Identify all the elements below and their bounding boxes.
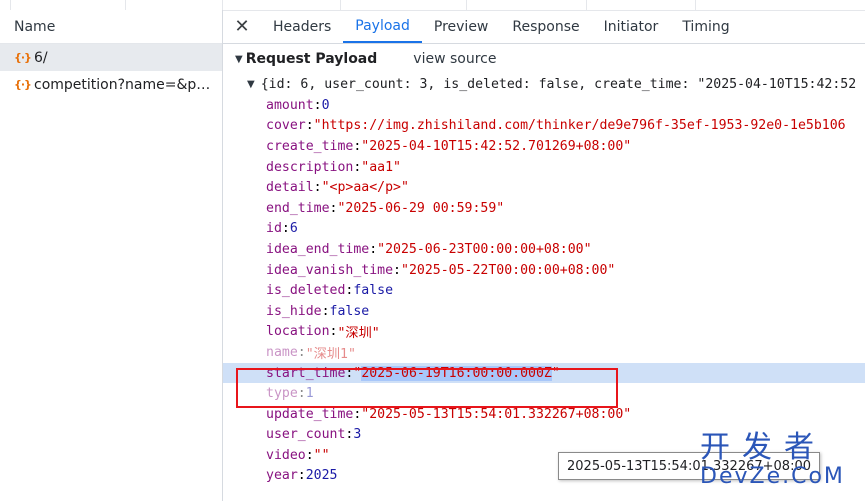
- field-value: 6: [289, 221, 298, 237]
- expand-triangle-icon[interactable]: ▼: [235, 54, 243, 65]
- field-value: "<p>aa</p>": [321, 180, 409, 196]
- request-name: 6/: [34, 49, 48, 66]
- close-icon[interactable]: ✕: [223, 10, 261, 43]
- field-key: start_time: [266, 365, 346, 381]
- tab-headers[interactable]: Headers: [261, 10, 343, 43]
- field-key: is_hide: [266, 303, 322, 319]
- field-key: end_time: [266, 200, 330, 216]
- tab-timing[interactable]: Timing: [670, 10, 741, 43]
- fetch-icon: {·}: [14, 51, 32, 64]
- request-detail-pane: ✕ Headers Payload Preview Response Initi…: [223, 10, 865, 501]
- watermark-cn: 开发者: [700, 430, 826, 465]
- field-key: id: [266, 221, 282, 237]
- payload-field-is-deleted: is_deleted: false: [266, 283, 394, 299]
- payload-field-idea-end-time: idea_end_time: "2025-06-23T00:00:00+08:0…: [266, 241, 592, 257]
- detail-tab-bar: ✕ Headers Payload Preview Response Initi…: [223, 10, 865, 44]
- field-key: idea_end_time: [266, 241, 370, 257]
- payload-field-id: id: 6: [266, 221, 298, 237]
- fetch-icon: {·}: [14, 78, 32, 91]
- field-value: "深圳1": [305, 346, 356, 362]
- field-key: update_time: [266, 406, 354, 422]
- tab-response[interactable]: Response: [500, 10, 591, 43]
- name-column-header[interactable]: Name: [0, 10, 222, 44]
- field-value: "2025-05-13T15:54:01.332267+08:00": [361, 406, 632, 422]
- payload-field-cover: cover: "https://img.zhishiland.com/think…: [266, 118, 846, 134]
- field-value: "aa1": [361, 159, 401, 175]
- field-key: amount: [266, 97, 314, 113]
- field-value: false: [329, 303, 370, 319]
- field-value: "2025-05-22T00:00:00+08:00": [401, 262, 616, 278]
- watermark-en: DevZe.CoM: [700, 464, 845, 489]
- tab-initiator[interactable]: Initiator: [592, 10, 671, 43]
- field-key: description: [266, 159, 354, 175]
- payload-field-create-time: create_time: "2025-04-10T15:42:52.701269…: [266, 138, 632, 154]
- field-value: false: [353, 283, 394, 299]
- field-key: type: [266, 386, 298, 402]
- field-key: video: [266, 447, 306, 463]
- field-key: detail: [266, 180, 314, 196]
- field-value: "https://img.zhishiland.com/thinker/de9e…: [313, 118, 846, 134]
- section-title: Request Payload: [245, 51, 378, 67]
- payload-field-update-time: update_time: "2025-05-13T15:54:01.332267…: [266, 406, 632, 422]
- payload-field-type: type: 1: [266, 386, 314, 402]
- field-key: year: [266, 468, 298, 484]
- payload-field-name: name: "深圳1": [266, 344, 356, 362]
- payload-field-location: location: "深圳": [266, 324, 380, 342]
- field-value: 1: [305, 386, 314, 402]
- watermark-logo: 开发者 DevZe.CoM: [700, 432, 860, 494]
- field-key: user_count: [266, 427, 346, 443]
- payload-object-summary[interactable]: ▼ {id: 6, user_count: 3, is_deleted: fal…: [223, 74, 865, 95]
- field-key: create_time: [266, 138, 354, 154]
- field-value: "": [313, 447, 330, 463]
- name-column-label: Name: [14, 18, 56, 35]
- field-value: "深圳": [337, 326, 380, 342]
- request-row[interactable]: {·} competition?name=&pag...: [0, 71, 222, 98]
- payload-field-detail: detail: "<p>aa</p>": [266, 180, 409, 196]
- payload-field-description: description: "aa1": [266, 159, 401, 175]
- field-value[interactable]: "2025-06-19T16:00:00.000Z": [353, 365, 560, 381]
- field-key: is_deleted: [266, 283, 346, 299]
- field-value: "2025-04-10T15:42:52.701269+08:00": [361, 138, 632, 154]
- expand-triangle-icon[interactable]: ▼: [247, 79, 255, 90]
- field-value: 2025: [305, 468, 338, 484]
- field-key: name: [266, 344, 298, 360]
- payload-field-start-time[interactable]: start_time: "2025-06-19T16:00:00.000Z": [223, 362, 865, 384]
- field-value: 3: [353, 427, 362, 443]
- view-source-link[interactable]: view source: [413, 51, 496, 67]
- tab-payload[interactable]: Payload: [343, 10, 422, 43]
- field-value: 0: [321, 97, 330, 113]
- payload-field-end-time: end_time: "2025-06-29 00:59:59": [266, 200, 505, 216]
- payload-field-idea-vanish-time: idea_vanish_time: "2025-05-22T00:00:00+0…: [266, 262, 616, 278]
- field-key: idea_vanish_time: [266, 262, 394, 278]
- request-payload-section-header[interactable]: ▼ Request Payload view source: [223, 44, 865, 74]
- object-preview: {id: 6, user_count: 3, is_deleted: false…: [260, 77, 857, 92]
- request-row[interactable]: {·} 6/: [0, 44, 222, 71]
- field-value: "2025-06-23T00:00:00+08:00": [377, 241, 592, 257]
- request-list-pane: Name {·} 6/ {·} competition?name=&pag...: [0, 10, 223, 501]
- tab-preview[interactable]: Preview: [422, 10, 501, 43]
- payload-field-is-hide: is_hide: false: [266, 303, 370, 319]
- payload-field-amount: amount: 0: [266, 97, 330, 113]
- field-key: location: [266, 324, 330, 340]
- payload-tree: ▼ {id: 6, user_count: 3, is_deleted: fal…: [223, 74, 865, 486]
- selected-text: 2025-06-19T16:00:00.000Z: [361, 365, 552, 381]
- field-key: cover: [266, 118, 306, 134]
- request-name: competition?name=&pag...: [34, 76, 214, 93]
- field-value: "2025-06-29 00:59:59": [337, 200, 505, 216]
